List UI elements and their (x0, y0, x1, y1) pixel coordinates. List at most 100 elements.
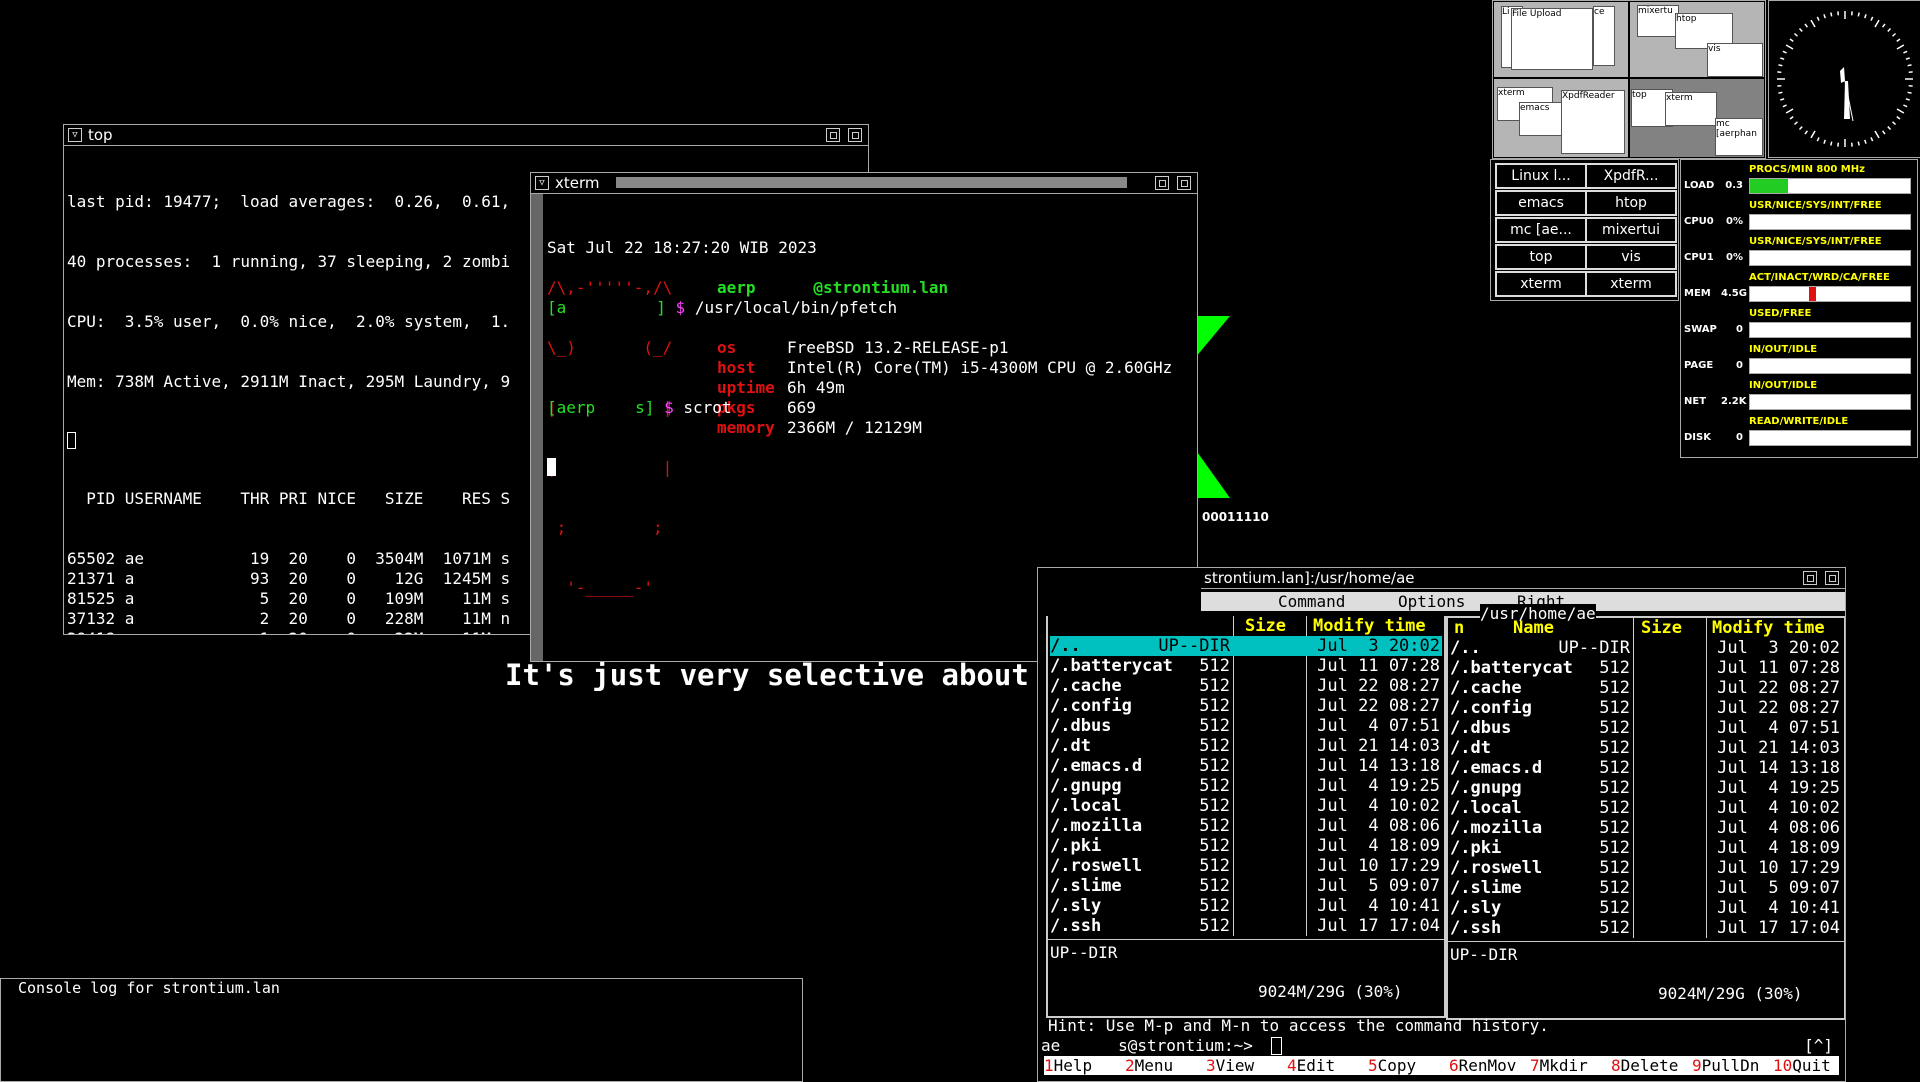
xterm-titlebar[interactable]: ▽ xterm (531, 173, 1197, 194)
file-row[interactable]: /..UP--DIRJul 3 20:02 (1050, 636, 1442, 656)
file-row[interactable]: /.dbus512Jul 4 07:51 (1050, 716, 1442, 736)
meter-bar (1749, 214, 1911, 230)
meter-label: DISK (1684, 432, 1711, 443)
file-row[interactable]: /.roswell512Jul 10 17:29 (1450, 858, 1842, 878)
mc-command-line[interactable]: ae s@strontium:~> (1041, 1036, 1253, 1056)
mc-window[interactable]: strontium.lan]:/usr/home/ae Command Opti… (1037, 567, 1846, 1082)
file-row[interactable]: /.local512Jul 4 10:02 (1450, 798, 1842, 818)
file-row[interactable]: /.dbus512Jul 4 07:51 (1450, 718, 1842, 738)
icon-manager-item[interactable]: xterm (1495, 271, 1587, 297)
right-panel[interactable]: /usr/home/ae n Name Size Modify time /..… (1446, 616, 1846, 1020)
file-row[interactable]: /.local512Jul 4 10:02 (1050, 796, 1442, 816)
cursor (1271, 1037, 1282, 1055)
file-row[interactable]: /.batterycat512Jul 11 07:28 (1050, 656, 1442, 676)
icon-manager-item[interactable]: top (1495, 244, 1587, 270)
fkey-help[interactable]: 1Help (1044, 1056, 1125, 1075)
file-row[interactable]: /.ssh512Jul 17 17:04 (1050, 916, 1442, 936)
clock-tick (1817, 17, 1819, 21)
clock-tick (1897, 109, 1904, 113)
file-size: 512 (1199, 676, 1230, 696)
title-drag-area[interactable] (616, 177, 1127, 188)
xosview-monitor: PROCS/MIN 800 MHzLOAD0.3USR/NICE/SYS/INT… (1680, 159, 1918, 458)
fkey-delete[interactable]: 8Delete (1611, 1056, 1692, 1075)
meter-value: 0 (1721, 360, 1743, 371)
file-row[interactable]: /.mozilla512Jul 4 08:06 (1050, 816, 1442, 836)
icon-manager-item[interactable]: Linux l... (1495, 163, 1587, 189)
virtual-desktop-pager[interactable]: Li File Upload ce mixertu htop vis xterm… (1492, 0, 1766, 159)
file-row[interactable]: /.config512Jul 22 08:27 (1450, 698, 1842, 718)
file-mtime: Jul 4 10:41 (1717, 898, 1840, 918)
file-row[interactable]: /.sly512Jul 4 10:41 (1050, 896, 1442, 916)
icon-manager-item[interactable]: XpdfR... (1585, 163, 1677, 189)
icon-manager-item[interactable]: xterm (1585, 271, 1677, 297)
meter-bar (1749, 178, 1911, 194)
clock-tick (1831, 12, 1832, 16)
console-window[interactable]: Console log for strontium.lan (0, 978, 803, 1082)
file-row[interactable]: /.batterycat512Jul 11 07:28 (1450, 658, 1842, 678)
file-row[interactable]: /.slime512Jul 5 09:07 (1450, 878, 1842, 898)
file-row[interactable]: /.slime512Jul 5 09:07 (1050, 876, 1442, 896)
prompt-dollar: $ (664, 398, 674, 417)
icon-manager-item[interactable]: emacs (1495, 190, 1587, 216)
pager-window: xterm (1665, 92, 1717, 126)
resize-button[interactable] (1825, 571, 1839, 585)
file-mtime: Jul 22 08:27 (1317, 676, 1440, 696)
window-menu-icon[interactable]: ▽ (68, 128, 82, 142)
iconify-button[interactable] (826, 128, 840, 142)
mc-cmd-right: [^] (1804, 1036, 1833, 1056)
xterm-scrollbar[interactable] (531, 194, 543, 661)
fkey-menu[interactable]: 2Menu (1125, 1056, 1206, 1075)
fkey-view[interactable]: 3View (1206, 1056, 1287, 1075)
file-mtime: Jul 5 09:07 (1317, 876, 1440, 896)
fkey-number: 5 (1368, 1056, 1378, 1075)
left-status: UP--DIR (1050, 943, 1117, 963)
window-menu-icon[interactable]: ▽ (535, 176, 549, 190)
top-titlebar[interactable]: ▽ top (64, 125, 868, 146)
left-panel[interactable]: Size Modify time /..UP--DIRJul 3 20:02/.… (1046, 616, 1446, 1018)
iconify-button[interactable] (1803, 571, 1817, 585)
mc-titlebar[interactable]: strontium.lan]:/usr/home/ae (1201, 568, 1845, 589)
menu-options[interactable]: Options (1398, 592, 1465, 611)
icon-manager-item[interactable]: mc [ae... (1495, 217, 1587, 243)
fkey-copy[interactable]: 5Copy (1368, 1056, 1449, 1075)
pfetch-value: 2366M / 12129M (787, 418, 922, 437)
icon-manager-item[interactable]: vis (1585, 244, 1677, 270)
resize-button[interactable] (1177, 176, 1191, 190)
file-row[interactable]: /.dt512Jul 21 14:03 (1050, 736, 1442, 756)
meter-label: SWAP (1684, 324, 1717, 335)
file-row[interactable]: /.roswell512Jul 10 17:29 (1050, 856, 1442, 876)
file-row[interactable]: /.emacs.d512Jul 14 13:18 (1050, 756, 1442, 776)
resize-button[interactable] (848, 128, 862, 142)
fkey-edit[interactable]: 4Edit (1287, 1056, 1368, 1075)
file-name: /.dt (1050, 736, 1091, 756)
cursor (67, 432, 76, 449)
icon-manager-item[interactable]: mixertui (1585, 217, 1677, 243)
fkey-quit[interactable]: 10Quit (1773, 1056, 1833, 1075)
file-row[interactable]: /.pki512Jul 4 18:09 (1450, 838, 1842, 858)
fkey-pulldn[interactable]: 9PullDn (1692, 1056, 1773, 1075)
window-title: xterm (555, 174, 600, 192)
file-size: 512 (1599, 738, 1630, 758)
menu-command[interactable]: Command (1278, 592, 1345, 611)
file-row[interactable]: /.cache512Jul 22 08:27 (1450, 678, 1842, 698)
file-row[interactable]: /.gnupg512Jul 4 19:25 (1450, 778, 1842, 798)
pager-window-label: mc [aerphan (1716, 119, 1757, 139)
file-row[interactable]: /.gnupg512Jul 4 19:25 (1050, 776, 1442, 796)
fkey-renmov[interactable]: 6RenMov (1449, 1056, 1530, 1075)
fkey-mkdir[interactable]: 7Mkdir (1530, 1056, 1611, 1075)
file-row[interactable]: /.pki512Jul 4 18:09 (1050, 836, 1442, 856)
icon-manager-item[interactable]: htop (1585, 190, 1677, 216)
file-row[interactable]: /..UP--DIRJul 3 20:02 (1450, 638, 1842, 658)
file-row[interactable]: /.sly512Jul 4 10:41 (1450, 898, 1842, 918)
file-size: 512 (1599, 758, 1630, 778)
fkey-number: 8 (1611, 1056, 1621, 1075)
file-row[interactable]: /.ssh512Jul 17 17:04 (1450, 918, 1842, 938)
file-row[interactable]: /.config512Jul 22 08:27 (1050, 696, 1442, 716)
file-row[interactable]: /.dt512Jul 21 14:03 (1450, 738, 1842, 758)
file-size: 512 (1199, 816, 1230, 836)
file-row[interactable]: /.cache512Jul 22 08:27 (1050, 676, 1442, 696)
iconify-button[interactable] (1155, 176, 1169, 190)
file-row[interactable]: /.emacs.d512Jul 14 13:18 (1450, 758, 1842, 778)
file-row[interactable]: /.mozilla512Jul 4 08:06 (1450, 818, 1842, 838)
clock-tick (1799, 28, 1802, 31)
